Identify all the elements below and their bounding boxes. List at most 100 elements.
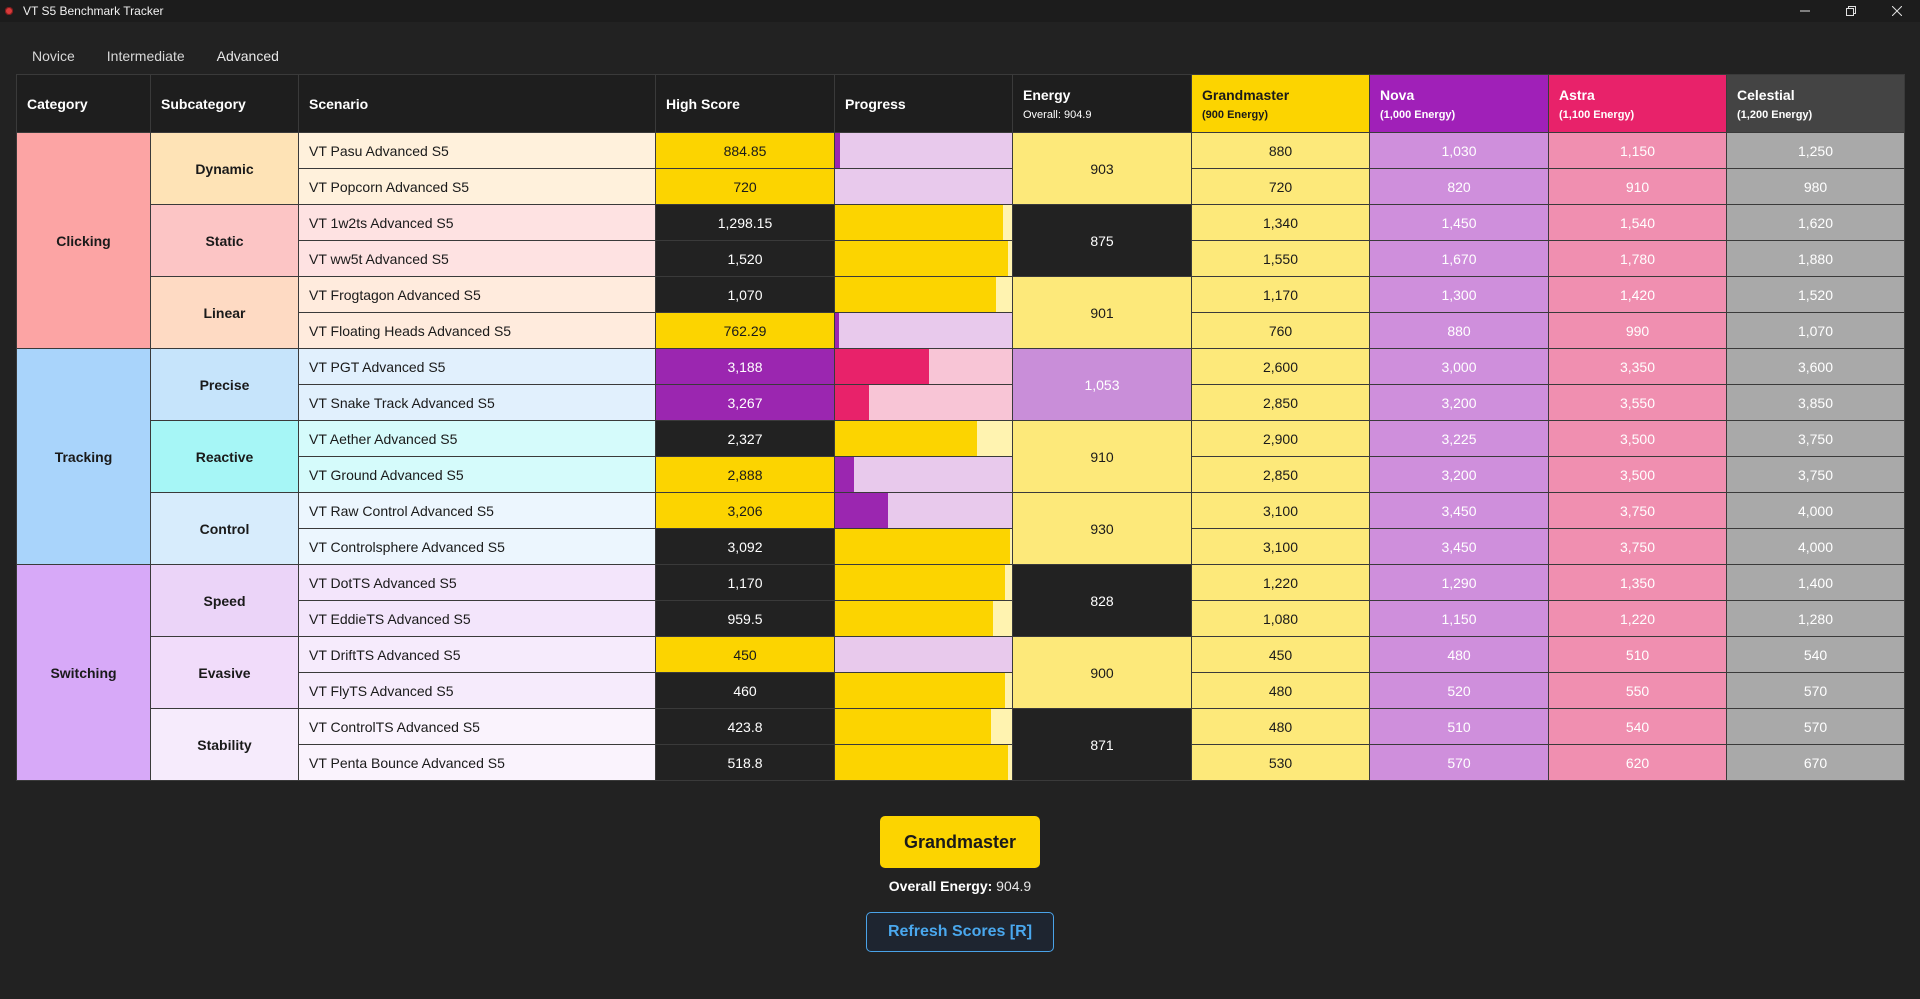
subcategory-cell: Evasive [150,636,299,709]
restore-icon[interactable] [1828,0,1874,22]
high-score-cell: 518.8 [655,744,835,781]
progress-track [835,241,1012,276]
high-score-cell: 423.8 [655,708,835,745]
progress-cell [834,240,1013,277]
energy-cell: 900 [1012,636,1192,709]
astra-threshold-cell: 620 [1548,744,1727,781]
app-icon [5,7,13,15]
high-score-cell: 884.85 [655,132,835,169]
category-cell: Switching [16,564,151,781]
header-grandmaster: Grandmaster (900 Energy) [1191,74,1370,133]
grandmaster-threshold-cell: 760 [1191,312,1370,349]
grandmaster-threshold-cell: 3,100 [1191,528,1370,565]
scenario-cell: VT PGT Advanced S5 [298,348,656,385]
nova-threshold-cell: 3,450 [1369,492,1549,529]
progress-track [835,421,1012,456]
energy-cell: 871 [1012,708,1192,781]
table-row: VT ww5t Advanced S5 1,520 1,550 1,670 1,780 1… [17,240,1905,277]
astra-threshold-cell: 3,550 [1548,384,1727,421]
grandmaster-threshold-cell: 2,600 [1191,348,1370,385]
progress-track [835,457,1012,492]
header-subcategory: Subcategory [150,74,299,133]
grandmaster-threshold-cell: 480 [1191,672,1370,709]
nova-threshold-cell: 3,225 [1369,420,1549,457]
nova-threshold-cell: 1,290 [1369,564,1549,601]
header-high-score: High Score [655,74,835,133]
grandmaster-threshold-cell: 1,220 [1191,564,1370,601]
energy-cell: 910 [1012,420,1192,493]
grandmaster-threshold-cell: 1,550 [1191,240,1370,277]
progress-bar-fill [835,565,1005,600]
astra-threshold-cell: 3,750 [1548,528,1727,565]
high-score-cell: 720 [655,168,835,205]
nova-threshold-cell: 3,200 [1369,456,1549,493]
progress-cell [834,492,1013,529]
tab-intermediate[interactable]: Intermediate [91,44,201,74]
progress-cell [834,744,1013,781]
subcategory-cell: Linear [150,276,299,349]
current-rank-badge: Grandmaster [880,816,1040,868]
celestial-threshold-cell: 4,000 [1726,492,1905,529]
progress-cell [834,456,1013,493]
progress-cell [834,420,1013,457]
nova-threshold-cell: 520 [1369,672,1549,709]
nova-threshold-cell: 1,450 [1369,204,1549,241]
nova-threshold-cell: 1,300 [1369,276,1549,313]
benchmark-table: Category Subcategory Scenario High Score… [16,74,1905,781]
table-row: Static VT 1w2ts Advanced S5 1,298.15 875 1,3… [17,204,1905,277]
table-row: VT Popcorn Advanced S5 720 720 820 910 980 [17,168,1905,205]
scenario-cell: VT Floating Heads Advanced S5 [298,312,656,349]
progress-track [835,709,1012,744]
astra-threshold-cell: 3,350 [1548,348,1727,385]
celestial-threshold-cell: 540 [1726,636,1905,673]
benchmark-rows: Clicking Dynamic VT Pasu Advanced S5 884.85… [16,132,1905,781]
minimize-icon[interactable] [1782,0,1828,22]
grandmaster-threshold-cell: 450 [1191,636,1370,673]
subcategory-cell: Static [150,204,299,277]
progress-cell [834,384,1013,421]
high-score-cell: 2,327 [655,420,835,457]
progress-cell [834,348,1013,385]
grandmaster-threshold-cell: 2,900 [1191,420,1370,457]
subcategory-cell: Control [150,492,299,565]
astra-threshold-cell: 1,220 [1548,600,1727,637]
grandmaster-threshold-cell: 1,080 [1191,600,1370,637]
nova-threshold-cell: 1,150 [1369,600,1549,637]
celestial-threshold-cell: 3,750 [1726,456,1905,493]
window-title: VT S5 Benchmark Tracker [23,4,164,18]
overall-energy: Overall Energy: 904.9 [0,878,1920,894]
progress-cell [834,708,1013,745]
celestial-threshold-cell: 1,280 [1726,600,1905,637]
progress-track [835,277,1012,312]
table-row: VT Ground Advanced S5 2,888 2,850 3,200 3,50… [17,456,1905,493]
table-row: Evasive VT DriftTS Advanced S5 450 900 450 48… [17,636,1905,709]
progress-bar-fill [835,133,841,168]
table-row: VT EddieTS Advanced S5 959.5 1,080 1,150 1,2… [17,600,1905,637]
astra-threshold-cell: 1,150 [1548,132,1727,169]
header-nova: Nova (1,000 Energy) [1369,74,1549,133]
table-row: Switching Speed VT DotTS Advanced S5 1,170 8… [16,564,1905,781]
grandmaster-threshold-cell: 3,100 [1191,492,1370,529]
tab-advanced[interactable]: Advanced [200,44,295,76]
scenario-cell: VT Pasu Advanced S5 [298,132,656,169]
celestial-threshold-cell: 1,520 [1726,276,1905,313]
close-icon[interactable] [1874,0,1920,22]
high-score-cell: 1,520 [655,240,835,277]
header-scenario: Scenario [298,74,656,133]
scenario-cell: VT Ground Advanced S5 [298,456,656,493]
high-score-cell: 1,070 [655,276,835,313]
nova-threshold-cell: 1,670 [1369,240,1549,277]
scenario-cell: VT DriftTS Advanced S5 [298,636,656,673]
progress-track [835,133,1012,168]
energy-cell: 875 [1012,204,1192,277]
high-score-cell: 959.5 [655,600,835,637]
scenario-cell: VT DotTS Advanced S5 [298,564,656,601]
progress-cell [834,672,1013,709]
grandmaster-threshold-cell: 880 [1191,132,1370,169]
tab-novice[interactable]: Novice [16,44,91,74]
high-score-cell: 3,267 [655,384,835,421]
table-row: VT Floating Heads Advanced S5 762.29 760 88… [17,312,1905,349]
progress-cell [834,636,1013,673]
celestial-threshold-cell: 1,250 [1726,132,1905,169]
refresh-scores-button[interactable]: Refresh Scores [R] [866,912,1054,952]
